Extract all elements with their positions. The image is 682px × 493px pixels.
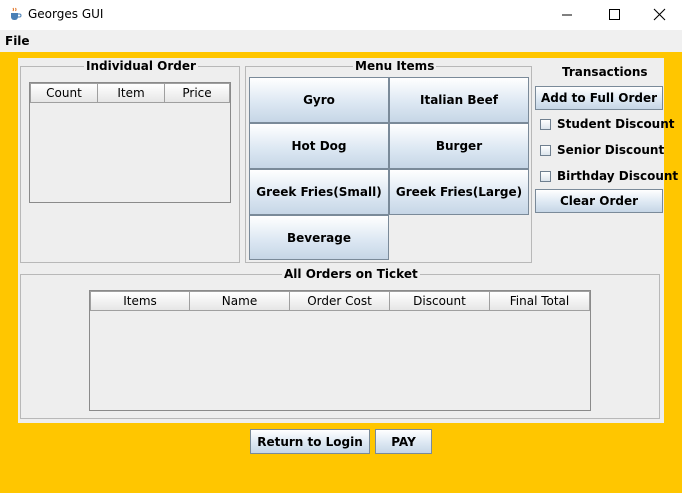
student-discount-checkbox[interactable] [540, 118, 551, 130]
column-header-order-cost[interactable]: Order Cost [290, 291, 390, 311]
column-header-name[interactable]: Name [190, 291, 290, 311]
pay-button[interactable]: PAY [375, 429, 432, 454]
birthday-discount-label: Birthday Discount [557, 169, 679, 183]
gyro-button[interactable]: Gyro [249, 77, 389, 123]
close-button[interactable] [636, 0, 682, 30]
senior-discount-label: Senior Discount [557, 143, 665, 157]
return-to-login-button[interactable]: Return to Login [250, 429, 370, 454]
clear-order-button[interactable]: Clear Order [535, 189, 663, 213]
menu-items-title: Menu Items [353, 59, 437, 73]
burger-button[interactable]: Burger [389, 123, 529, 169]
beverage-button[interactable]: Beverage [249, 215, 389, 260]
minimize-button[interactable] [544, 0, 590, 30]
birthday-discount-checkbox[interactable] [540, 170, 551, 182]
all-orders-header: Items Name Order Cost Discount Final Tot… [90, 291, 590, 311]
file-menu[interactable]: File [5, 34, 30, 48]
window-title: Georges GUI [28, 7, 104, 21]
student-discount-option[interactable]: Student Discount [540, 116, 675, 132]
column-header-final-total[interactable]: Final Total [490, 291, 590, 311]
senior-discount-option[interactable]: Senior Discount [540, 142, 664, 158]
individual-order-table[interactable]: Count Item Price [29, 82, 231, 203]
greek-fries-small-button[interactable]: Greek Fries(Small) [249, 169, 389, 215]
maximize-button[interactable] [591, 0, 637, 30]
column-header-item[interactable]: Item [98, 83, 165, 103]
birthday-discount-option[interactable]: Birthday Discount [540, 168, 678, 184]
senior-discount-checkbox[interactable] [540, 144, 551, 156]
transactions-title: Transactions [562, 65, 648, 79]
add-to-full-order-button[interactable]: Add to Full Order [535, 86, 663, 110]
italian-beef-button[interactable]: Italian Beef [389, 77, 529, 123]
individual-order-header: Count Item Price [30, 83, 230, 103]
hot-dog-button[interactable]: Hot Dog [249, 123, 389, 169]
all-orders-table[interactable]: Items Name Order Cost Discount Final Tot… [89, 290, 591, 411]
column-header-discount[interactable]: Discount [390, 291, 490, 311]
greek-fries-large-button[interactable]: Greek Fries(Large) [389, 169, 529, 215]
java-cup-icon [8, 7, 22, 21]
column-header-price[interactable]: Price [165, 83, 230, 103]
student-discount-label: Student Discount [557, 117, 675, 131]
column-header-count[interactable]: Count [30, 83, 98, 103]
column-header-items[interactable]: Items [90, 291, 190, 311]
menu-bar [0, 30, 682, 52]
individual-order-title: Individual Order [84, 59, 198, 73]
all-orders-title: All Orders on Ticket [282, 267, 420, 281]
title-bar: Georges GUI [0, 0, 682, 30]
